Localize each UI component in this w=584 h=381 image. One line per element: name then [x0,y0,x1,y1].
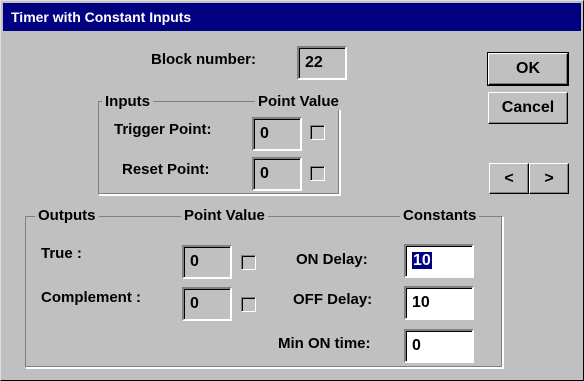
reset-point-label: Reset Point: [122,161,210,178]
cancel-button[interactable]: Cancel [488,92,568,124]
off-delay-label: OFF Delay: [293,291,373,308]
true-output-checkbox[interactable] [241,255,256,270]
block-number-label: Block number: [151,51,257,68]
trigger-point-label: Trigger Point: [114,121,212,138]
reset-point-field[interactable]: 0 [252,157,302,191]
next-button[interactable]: > [529,163,569,194]
trigger-point-value: 0 [260,125,269,142]
inputs-group [98,101,340,195]
constants-header: Constants [400,207,480,224]
on-delay-input[interactable]: 10 [404,244,474,278]
window-title: Timer with Constant Inputs [11,9,192,25]
min-on-time-input[interactable]: 0 [404,329,474,363]
inputs-group-label: Inputs [102,93,153,110]
off-delay-input[interactable]: 10 [404,286,474,320]
block-number-field[interactable]: 22 [297,46,347,80]
outputs-group-label: Outputs [35,207,99,224]
true-output-value: 0 [190,253,199,270]
min-on-time-value: 0 [412,337,421,354]
reset-point-value: 0 [260,165,269,182]
trigger-point-checkbox[interactable] [310,125,325,140]
block-number-value: 22 [305,54,323,71]
on-delay-value: 10 [412,252,432,269]
dialog-window: Timer with Constant Inputs Block number:… [0,0,584,381]
complement-output-label: Complement : [41,289,142,306]
trigger-point-field[interactable]: 0 [252,117,302,151]
true-output-label: True : [41,245,82,262]
outputs-point-value-header: Point Value [181,207,268,224]
complement-output-checkbox[interactable] [241,297,256,312]
complement-output-value: 0 [190,295,199,312]
previous-button[interactable]: < [489,163,529,194]
min-on-time-label: Min ON time: [278,335,371,352]
inputs-point-value-header: Point Value [255,93,342,110]
on-delay-label: ON Delay: [296,251,368,268]
reset-point-checkbox[interactable] [310,166,325,181]
true-output-field[interactable]: 0 [182,245,232,279]
complement-output-field[interactable]: 0 [182,287,232,321]
ok-button[interactable]: OK [487,52,569,86]
title-bar[interactable]: Timer with Constant Inputs [3,3,581,31]
off-delay-value: 10 [412,294,430,311]
